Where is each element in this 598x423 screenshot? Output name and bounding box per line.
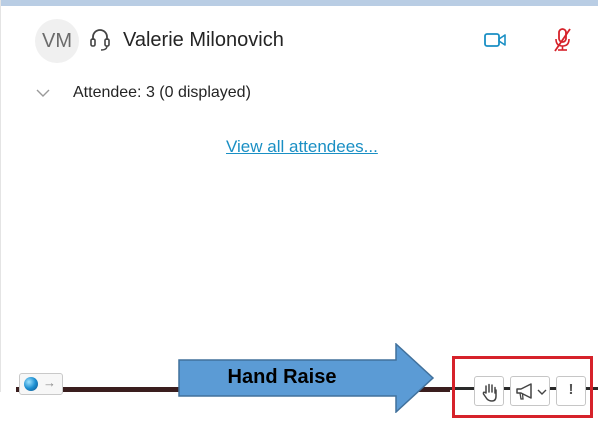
attendee-summary-row[interactable]: Attendee: 3 (0 displayed)	[35, 82, 435, 106]
view-all-attendees-link[interactable]: View all attendees...	[226, 137, 378, 157]
attendee-count: Attendee: 3 (0 displayed)	[73, 84, 251, 101]
status-arrow: →	[43, 375, 56, 390]
alert-icon: !	[568, 381, 574, 398]
participant-name: Valerie Milonovich	[123, 29, 284, 51]
headset-icon	[90, 29, 110, 51]
chevron-down-icon[interactable]	[35, 86, 51, 100]
hand-raise-callout: Hand Raise	[178, 342, 436, 414]
hand-raise-button[interactable]	[474, 376, 504, 406]
chevron-down-icon[interactable]	[537, 388, 547, 396]
window-top-border	[0, 0, 598, 6]
megaphone-icon	[516, 383, 532, 400]
globe-status-icon	[24, 377, 38, 391]
alert-button[interactable]: !	[556, 376, 586, 406]
callout-label: Hand Raise	[227, 366, 337, 388]
announce-button[interactable]	[510, 376, 550, 406]
avatar: VM	[35, 19, 79, 63]
connection-status-button[interactable]: →	[19, 373, 63, 395]
microphone-muted-icon[interactable]	[553, 27, 573, 53]
panel-left-edge	[0, 0, 1, 392]
video-camera-icon[interactable]	[484, 31, 506, 49]
raised-hand-icon	[482, 383, 497, 402]
participant-row[interactable]: VM Valerie Milonovich	[35, 19, 583, 65]
